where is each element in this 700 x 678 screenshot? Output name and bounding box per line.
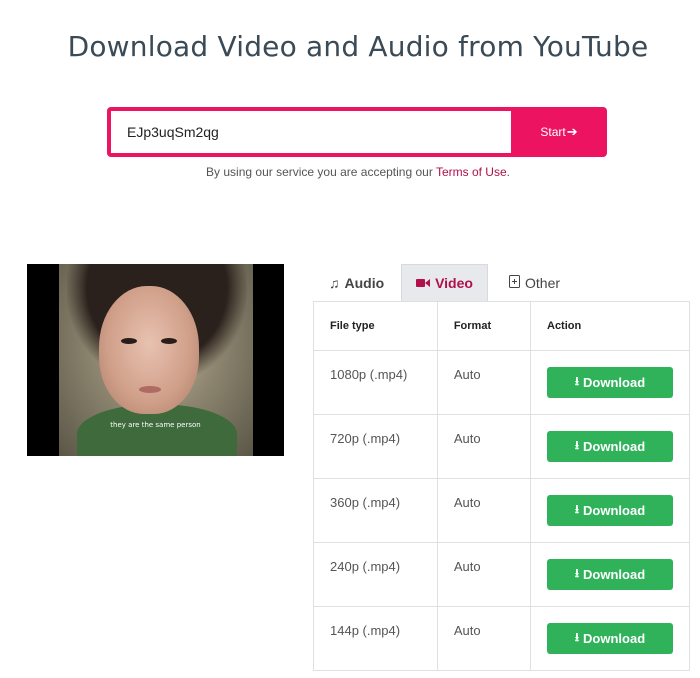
action-cell: ⭳ Download [530,606,690,671]
tab-video-label: Video [435,275,473,291]
search-form: Start ➔ [107,107,607,157]
download-button[interactable]: ⭳ Download [547,367,673,398]
terms-suffix: . [506,165,510,179]
start-button[interactable]: Start ➔ [511,107,607,157]
url-input[interactable] [111,111,511,153]
format-cell: Auto [436,606,532,671]
thumbnail-face [99,286,199,414]
header-action: Action [530,301,690,351]
download-button[interactable]: ⭳ Download [547,495,673,526]
file-type-cell: 1080p (.mp4) [313,350,438,415]
table-row: 1080p (.mp4) Auto ⭳ Download [313,350,690,415]
thumbnail-lips [139,386,161,393]
table-row: 240p (.mp4) Auto ⭳ Download [313,542,690,607]
start-label: Start [540,125,566,139]
thumbnail-eye-left [121,338,137,344]
format-cell: Auto [436,478,532,543]
table-row: 144p (.mp4) Auto ⭳ Download [313,606,690,671]
header-format: Format [436,301,532,351]
music-note-icon: ♫ [329,274,340,291]
format-cell: Auto [436,414,532,479]
download-icon: ⭳ [574,566,580,580]
page-title: Download Video and Audio from YouTube [67,30,649,63]
download-label: Download [583,375,646,390]
download-icon: ⭳ [574,630,580,644]
action-cell: ⭳ Download [530,542,690,607]
file-icon [509,274,520,291]
video-camera-icon [416,275,431,291]
action-cell: ⭳ Download [530,414,690,479]
action-cell: ⭳ Download [530,478,690,543]
video-caption: they are the same person [110,421,201,429]
header-file-type: File type [313,301,438,351]
action-cell: ⭳ Download [530,350,690,415]
file-type-cell: 144p (.mp4) [313,606,438,671]
tab-video[interactable]: Video [401,264,488,301]
tab-audio-label: Audio [344,274,385,291]
file-type-cell: 240p (.mp4) [313,542,438,607]
file-type-cell: 720p (.mp4) [313,414,438,479]
download-table: File type Format Action 1080p (.mp4) Aut… [313,301,690,671]
tab-audio[interactable]: ♫ Audio [317,264,401,301]
download-icon: ⭳ [574,502,580,516]
arrow-right-icon: ➔ [566,124,578,139]
table-row: 720p (.mp4) Auto ⭳ Download [313,414,690,479]
download-icon: ⭳ [574,374,580,388]
format-cell: Auto [436,542,532,607]
download-button[interactable]: ⭳ Download [547,559,673,590]
terms-link[interactable]: Terms of Use [436,165,507,179]
download-icon: ⭳ [574,438,580,452]
download-label: Download [583,567,646,582]
tab-other-label: Other [525,274,561,291]
format-cell: Auto [436,350,532,415]
terms-prefix: By using our service you are accepting o… [206,165,436,179]
download-button[interactable]: ⭳ Download [547,623,673,654]
terms-notice: By using our service you are accepting o… [0,165,700,179]
table-row: 360p (.mp4) Auto ⭳ Download [313,478,690,543]
tab-other[interactable]: Other [497,264,577,301]
video-thumbnail[interactable]: they are the same person [27,264,284,456]
download-label: Download [583,503,646,518]
table-header-row: File type Format Action [313,301,690,351]
download-button[interactable]: ⭳ Download [547,431,673,462]
file-type-cell: 360p (.mp4) [313,478,438,543]
thumbnail-eye-right [161,338,177,344]
download-label: Download [583,439,646,454]
download-label: Download [583,631,646,646]
